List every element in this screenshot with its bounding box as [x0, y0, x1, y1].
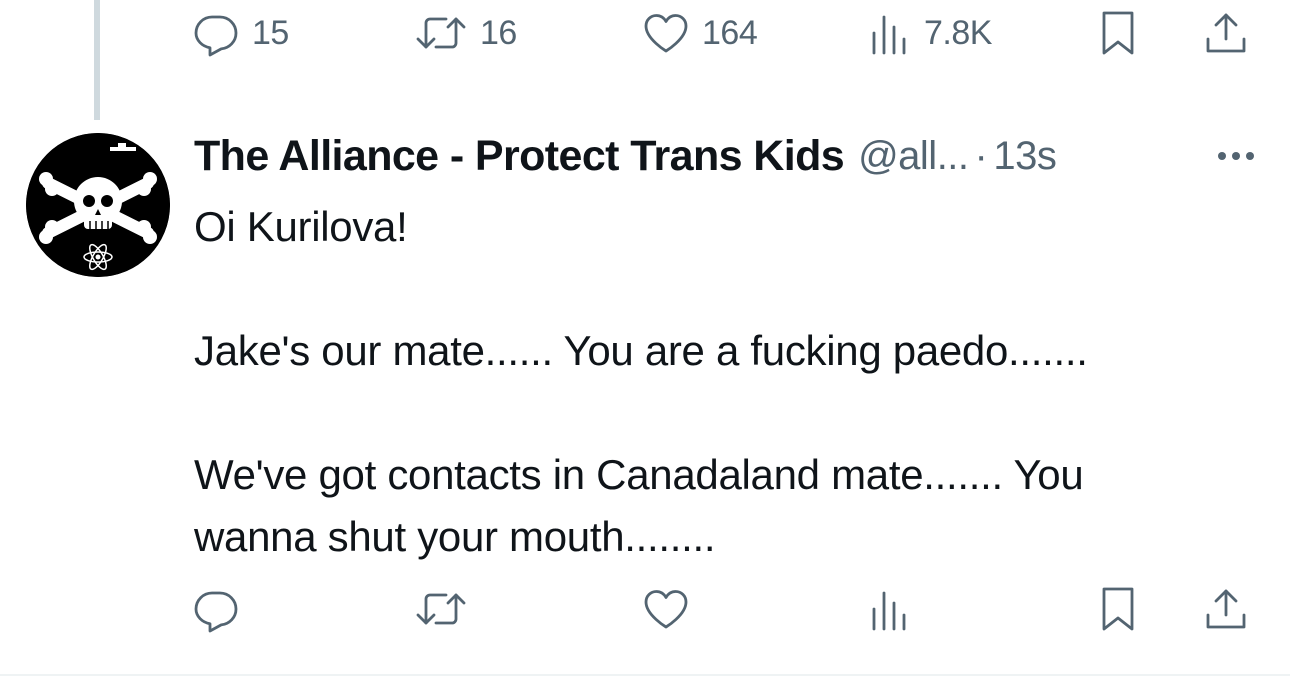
share-button[interactable] [1202, 584, 1250, 634]
tweet-text-line: We've got contacts in Canadaland mate...… [194, 451, 1084, 498]
analytics-icon [868, 9, 912, 57]
share-icon [1202, 9, 1250, 57]
tweet-text-line: wanna shut your mouth........ [194, 513, 716, 560]
thread-connector-line [94, 0, 100, 120]
bookmark-button[interactable] [1096, 8, 1140, 58]
like-button[interactable] [642, 584, 702, 634]
share-icon [1202, 585, 1250, 633]
retweet-button[interactable] [414, 584, 480, 634]
tweet-text: Oi Kurilova! Jake's our mate...... You a… [194, 196, 1264, 568]
views-button[interactable]: 7.8K [868, 8, 992, 58]
tweet-divider [0, 674, 1290, 676]
reply-button[interactable] [192, 584, 252, 634]
author-display-name[interactable]: The Alliance - Protect Trans Kids [194, 132, 845, 181]
reply-icon [192, 9, 240, 57]
tweet-header: The Alliance - Protect Trans Kids @all..… [194, 128, 1274, 184]
skull-and-crossbones-icon [26, 133, 170, 277]
reply-count: 15 [252, 13, 289, 52]
retweet-icon [414, 585, 468, 633]
reply-icon [192, 585, 240, 633]
tweet-text-line: Oi Kurilova! [194, 203, 408, 250]
more-options-button[interactable] [1216, 148, 1256, 164]
retweet-button[interactable]: 16 [414, 8, 517, 58]
bookmark-icon [1096, 585, 1140, 633]
like-button[interactable]: 164 [642, 8, 758, 58]
tweet-text-line: Jake's our mate...... You are a fucking … [194, 327, 1088, 374]
reply-button[interactable]: 15 [192, 8, 289, 58]
previous-tweet-action-bar: 15 16 164 7.8K [192, 8, 1262, 58]
tweet-action-bar [192, 584, 1262, 634]
retweet-icon [414, 9, 468, 57]
share-button[interactable] [1202, 8, 1250, 58]
analytics-icon [868, 585, 912, 633]
header-separator: · [974, 133, 988, 178]
views-count: 7.8K [924, 13, 992, 52]
author-handle[interactable]: @all... [858, 134, 969, 179]
author-avatar[interactable] [26, 133, 170, 277]
heart-icon [642, 585, 690, 633]
bookmark-button[interactable] [1096, 584, 1140, 634]
views-button[interactable] [868, 584, 924, 634]
bookmark-icon [1096, 9, 1140, 57]
tweet-timestamp[interactable]: 13s [993, 134, 1057, 179]
like-count: 164 [702, 13, 758, 52]
retweet-count: 16 [480, 13, 517, 52]
more-dots-icon [1218, 152, 1254, 160]
heart-icon [642, 9, 690, 57]
